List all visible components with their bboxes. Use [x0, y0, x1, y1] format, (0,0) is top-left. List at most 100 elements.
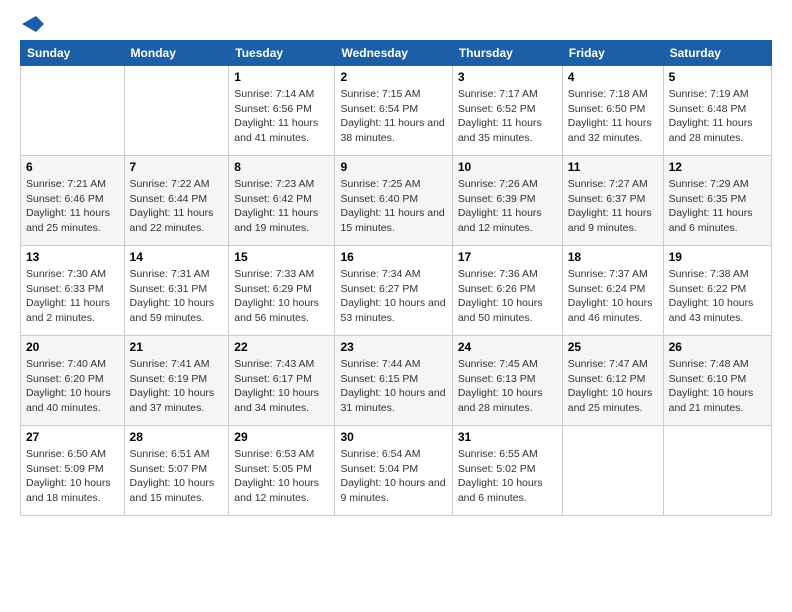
logo	[20, 16, 44, 28]
day-number: 18	[568, 250, 658, 264]
day-info: Sunrise: 7:15 AM Sunset: 6:54 PM Dayligh…	[340, 87, 446, 146]
calendar-cell: 18 Sunrise: 7:37 AM Sunset: 6:24 PM Dayli…	[562, 246, 663, 336]
day-info: Sunrise: 7:45 AM Sunset: 6:13 PM Dayligh…	[458, 357, 557, 416]
calendar-cell: 23 Sunrise: 7:44 AM Sunset: 6:15 PM Dayli…	[335, 336, 452, 426]
day-number: 13	[26, 250, 119, 264]
calendar-cell: 13 Sunrise: 7:30 AM Sunset: 6:33 PM Dayli…	[21, 246, 125, 336]
day-number: 5	[669, 70, 766, 84]
week-row-1: 1 Sunrise: 7:14 AM Sunset: 6:56 PM Daylig…	[21, 66, 772, 156]
day-info: Sunrise: 7:47 AM Sunset: 6:12 PM Dayligh…	[568, 357, 658, 416]
week-row-3: 13 Sunrise: 7:30 AM Sunset: 6:33 PM Dayli…	[21, 246, 772, 336]
calendar-cell: 21Sunrise: 7:41 AM Sunset: 6:19 PM Dayli…	[124, 336, 229, 426]
page: SundayMondayTuesdayWednesdayThursdayFrid…	[0, 0, 792, 532]
day-number: 28	[130, 430, 224, 444]
header-row: SundayMondayTuesdayWednesdayThursdayFrid…	[21, 41, 772, 66]
day-number: 20	[26, 340, 119, 354]
day-number: 15	[234, 250, 329, 264]
day-number: 16	[340, 250, 446, 264]
week-row-2: 6 Sunrise: 7:21 AM Sunset: 6:46 PM Daylig…	[21, 156, 772, 246]
day-info: Sunrise: 6:55 AM Sunset: 5:02 PM Dayligh…	[458, 447, 557, 506]
day-info: Sunrise: 7:22 AM Sunset: 6:44 PM Dayligh…	[130, 177, 224, 236]
calendar-cell: 16 Sunrise: 7:34 AM Sunset: 6:27 PM Dayli…	[335, 246, 452, 336]
calendar-cell: 25 Sunrise: 7:47 AM Sunset: 6:12 PM Dayli…	[562, 336, 663, 426]
day-info: Sunrise: 7:40 AM Sunset: 6:20 PM Dayligh…	[26, 357, 119, 416]
day-info: Sunrise: 7:44 AM Sunset: 6:15 PM Dayligh…	[340, 357, 446, 416]
day-info: Sunrise: 6:50 AM Sunset: 5:09 PM Dayligh…	[26, 447, 119, 506]
day-number: 29	[234, 430, 329, 444]
day-number: 2	[340, 70, 446, 84]
calendar-cell: 24 Sunrise: 7:45 AM Sunset: 6:13 PM Dayli…	[452, 336, 562, 426]
calendar-cell: 9Sunrise: 7:25 AM Sunset: 6:40 PM Daylig…	[335, 156, 452, 246]
calendar-cell: 10Sunrise: 7:26 AM Sunset: 6:39 PM Dayli…	[452, 156, 562, 246]
calendar-cell	[562, 426, 663, 516]
day-info: Sunrise: 7:18 AM Sunset: 6:50 PM Dayligh…	[568, 87, 658, 146]
day-info: Sunrise: 7:31 AM Sunset: 6:31 PM Dayligh…	[130, 267, 224, 326]
header-cell-saturday: Saturday	[663, 41, 771, 66]
calendar-header: SundayMondayTuesdayWednesdayThursdayFrid…	[21, 41, 772, 66]
day-info: Sunrise: 7:21 AM Sunset: 6:46 PM Dayligh…	[26, 177, 119, 236]
day-number: 19	[669, 250, 766, 264]
header-cell-wednesday: Wednesday	[335, 41, 452, 66]
calendar-cell	[21, 66, 125, 156]
day-number: 23	[340, 340, 446, 354]
calendar-cell: 28 Sunrise: 6:51 AM Sunset: 5:07 PM Dayli…	[124, 426, 229, 516]
day-info: Sunrise: 7:33 AM Sunset: 6:29 PM Dayligh…	[234, 267, 329, 326]
day-info: Sunrise: 7:19 AM Sunset: 6:48 PM Dayligh…	[669, 87, 766, 146]
calendar-cell: 17Sunrise: 7:36 AM Sunset: 6:26 PM Dayli…	[452, 246, 562, 336]
day-number: 12	[669, 160, 766, 174]
calendar-cell: 31 Sunrise: 6:55 AM Sunset: 5:02 PM Dayli…	[452, 426, 562, 516]
day-number: 7	[130, 160, 224, 174]
day-info: Sunrise: 7:17 AM Sunset: 6:52 PM Dayligh…	[458, 87, 557, 146]
day-number: 21	[130, 340, 224, 354]
calendar-cell: 26Sunrise: 7:48 AM Sunset: 6:10 PM Dayli…	[663, 336, 771, 426]
calendar-cell	[663, 426, 771, 516]
day-number: 3	[458, 70, 557, 84]
day-info: Sunrise: 6:54 AM Sunset: 5:04 PM Dayligh…	[340, 447, 446, 506]
day-info: Sunrise: 7:30 AM Sunset: 6:33 PM Dayligh…	[26, 267, 119, 326]
calendar-cell: 20 Sunrise: 7:40 AM Sunset: 6:20 PM Dayli…	[21, 336, 125, 426]
calendar-table: SundayMondayTuesdayWednesdayThursdayFrid…	[20, 40, 772, 516]
calendar-cell: 3 Sunrise: 7:17 AM Sunset: 6:52 PM Daylig…	[452, 66, 562, 156]
day-number: 27	[26, 430, 119, 444]
calendar-cell: 22 Sunrise: 7:43 AM Sunset: 6:17 PM Dayli…	[229, 336, 335, 426]
header-cell-sunday: Sunday	[21, 41, 125, 66]
calendar-cell: 8 Sunrise: 7:23 AM Sunset: 6:42 PM Daylig…	[229, 156, 335, 246]
day-number: 31	[458, 430, 557, 444]
day-number: 30	[340, 430, 446, 444]
day-info: Sunrise: 7:43 AM Sunset: 6:17 PM Dayligh…	[234, 357, 329, 416]
calendar-cell	[124, 66, 229, 156]
day-info: Sunrise: 7:38 AM Sunset: 6:22 PM Dayligh…	[669, 267, 766, 326]
day-info: Sunrise: 7:14 AM Sunset: 6:56 PM Dayligh…	[234, 87, 329, 146]
calendar-cell: 27 Sunrise: 6:50 AM Sunset: 5:09 PM Dayli…	[21, 426, 125, 516]
day-info: Sunrise: 7:26 AM Sunset: 6:39 PM Dayligh…	[458, 177, 557, 236]
week-row-4: 20 Sunrise: 7:40 AM Sunset: 6:20 PM Dayli…	[21, 336, 772, 426]
calendar-cell: 7 Sunrise: 7:22 AM Sunset: 6:44 PM Daylig…	[124, 156, 229, 246]
day-number: 22	[234, 340, 329, 354]
day-info: Sunrise: 7:34 AM Sunset: 6:27 PM Dayligh…	[340, 267, 446, 326]
header	[20, 16, 772, 28]
day-info: Sunrise: 7:23 AM Sunset: 6:42 PM Dayligh…	[234, 177, 329, 236]
week-row-5: 27 Sunrise: 6:50 AM Sunset: 5:09 PM Dayli…	[21, 426, 772, 516]
day-info: Sunrise: 7:37 AM Sunset: 6:24 PM Dayligh…	[568, 267, 658, 326]
calendar-cell: 5 Sunrise: 7:19 AM Sunset: 6:48 PM Daylig…	[663, 66, 771, 156]
calendar-cell: 2 Sunrise: 7:15 AM Sunset: 6:54 PM Daylig…	[335, 66, 452, 156]
day-number: 1	[234, 70, 329, 84]
calendar-cell: 29 Sunrise: 6:53 AM Sunset: 5:05 PM Dayli…	[229, 426, 335, 516]
day-number: 25	[568, 340, 658, 354]
day-number: 8	[234, 160, 329, 174]
calendar-cell: 12Sunrise: 7:29 AM Sunset: 6:35 PM Dayli…	[663, 156, 771, 246]
day-number: 9	[340, 160, 446, 174]
day-number: 24	[458, 340, 557, 354]
day-number: 6	[26, 160, 119, 174]
calendar-cell: 4 Sunrise: 7:18 AM Sunset: 6:50 PM Daylig…	[562, 66, 663, 156]
day-info: Sunrise: 6:53 AM Sunset: 5:05 PM Dayligh…	[234, 447, 329, 506]
calendar-cell: 15 Sunrise: 7:33 AM Sunset: 6:29 PM Dayli…	[229, 246, 335, 336]
calendar-cell: 19 Sunrise: 7:38 AM Sunset: 6:22 PM Dayli…	[663, 246, 771, 336]
day-info: Sunrise: 7:27 AM Sunset: 6:37 PM Dayligh…	[568, 177, 658, 236]
day-number: 4	[568, 70, 658, 84]
calendar-cell: 1 Sunrise: 7:14 AM Sunset: 6:56 PM Daylig…	[229, 66, 335, 156]
header-cell-tuesday: Tuesday	[229, 41, 335, 66]
day-info: Sunrise: 7:48 AM Sunset: 6:10 PM Dayligh…	[669, 357, 766, 416]
day-info: Sunrise: 6:51 AM Sunset: 5:07 PM Dayligh…	[130, 447, 224, 506]
calendar-body: 1 Sunrise: 7:14 AM Sunset: 6:56 PM Daylig…	[21, 66, 772, 516]
